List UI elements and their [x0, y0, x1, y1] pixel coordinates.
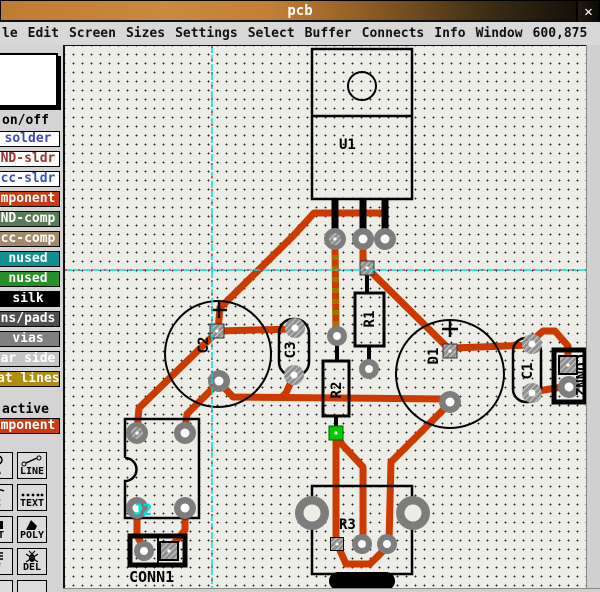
selected-pad	[329, 426, 343, 440]
window-title: pcb	[287, 1, 312, 21]
tool-button-arc[interactable]: C	[0, 484, 13, 511]
via-icon	[0, 454, 7, 467]
tool-button-thermal[interactable]	[17, 580, 47, 592]
pin	[382, 199, 389, 233]
layer-button-at-lines[interactable]: at lines	[0, 371, 60, 387]
trace	[218, 329, 294, 331]
tool-button-del[interactable]: DEL	[17, 548, 47, 575]
close-button[interactable]: ✕	[576, 1, 599, 23]
label-c1: C1	[520, 363, 536, 380]
layer-button-ns-pads[interactable]: ns/pads	[0, 311, 60, 327]
pin	[360, 199, 367, 233]
trace	[453, 345, 531, 348]
layer-button-nused[interactable]: nused	[0, 251, 60, 267]
pad	[134, 541, 178, 561]
layer-button-vias[interactable]: vias	[0, 331, 60, 347]
label-conn1: CONN1	[129, 568, 174, 586]
bottom-gutter	[63, 588, 600, 592]
menu-item-sizes[interactable]: Sizes	[126, 26, 165, 41]
tool-button-rect[interactable]: CT	[0, 516, 13, 543]
label-u1: U1	[339, 137, 356, 153]
label-r3: R3	[339, 517, 356, 533]
layer-button-nused[interactable]: nused	[0, 271, 60, 287]
pcb-canvas[interactable]: U1 R1 R2 C3 C2 D1 C1 CONN2 R3 CONN1 J2	[63, 45, 586, 588]
label-d1: D1	[426, 348, 442, 365]
onoff-label: on/off	[2, 113, 49, 128]
menu-bar: le Edit Screen Sizes Settings Select Buffer Con…	[0, 22, 600, 45]
label-j2: J2	[133, 500, 152, 519]
active-label: active	[2, 402, 49, 417]
pin	[332, 199, 339, 233]
layer-button-cc-sldr[interactable]: cc-sldr	[0, 171, 60, 187]
layer-button-cc-comp[interactable]: cc-comp	[0, 231, 60, 247]
menu-item-settings[interactable]: Settings	[175, 26, 238, 41]
arc-icon	[0, 487, 7, 499]
menu-item-info[interactable]: Info	[434, 26, 465, 41]
label-r2: R2	[329, 382, 345, 399]
layer-button-solder[interactable]: solder	[0, 131, 60, 147]
layer-button-ar-side[interactable]: ar side	[0, 351, 60, 367]
menu-item-le[interactable]: le	[2, 26, 18, 41]
layer-button-nd-sldr[interactable]: ND-sldr	[0, 151, 60, 167]
layer-button-silk[interactable]: silk	[0, 291, 60, 307]
tool-button-via[interactable]: A	[0, 452, 13, 479]
label-conn2: CONN2	[572, 354, 586, 396]
pad	[331, 534, 398, 554]
sidebar: on/off active mponent solder ND-sldr cc-sl…	[0, 45, 63, 592]
menu-item-buffer[interactable]: Buffer	[305, 26, 352, 41]
layer-button-mponent[interactable]: mponent	[0, 191, 60, 207]
title-bar[interactable]: pcb ✕	[0, 0, 600, 22]
menu-item-screen[interactable]: Screen	[69, 26, 116, 41]
menu-item-select[interactable]: Select	[248, 26, 295, 41]
tool-button-rot[interactable]	[0, 580, 13, 592]
component-u1-outline	[312, 49, 412, 199]
board-preview-thumbnail[interactable]	[0, 53, 58, 107]
menu-item-edit[interactable]: Edit	[28, 26, 59, 41]
label-c2: C2	[196, 337, 212, 354]
tool-button-buf[interactable]: F	[0, 548, 13, 575]
label-c3: C3	[283, 342, 299, 359]
trace	[367, 268, 450, 350]
cursor-position-readout: 600,875	[533, 26, 588, 41]
copper-traces[interactable]	[137, 213, 568, 564]
right-gutter	[586, 45, 600, 592]
menu-item-window[interactable]: Window	[476, 26, 523, 41]
menu-item-connects[interactable]: Connects	[362, 26, 425, 41]
tool-button-text[interactable]: TEXT	[17, 484, 47, 511]
tool-button-line[interactable]: LINE	[17, 452, 47, 479]
label-r1: R1	[362, 311, 378, 328]
layer-button-nd-comp[interactable]: ND-comp	[0, 211, 60, 227]
active-layer-button[interactable]: mponent	[0, 418, 60, 434]
tool-button-poly[interactable]: POLY	[17, 516, 47, 543]
